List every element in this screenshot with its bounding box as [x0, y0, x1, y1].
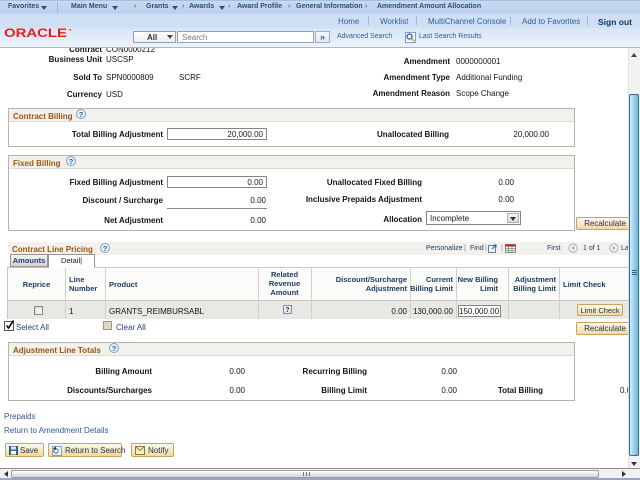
svg-text:ORACLE: ORACLE [4, 28, 67, 39]
